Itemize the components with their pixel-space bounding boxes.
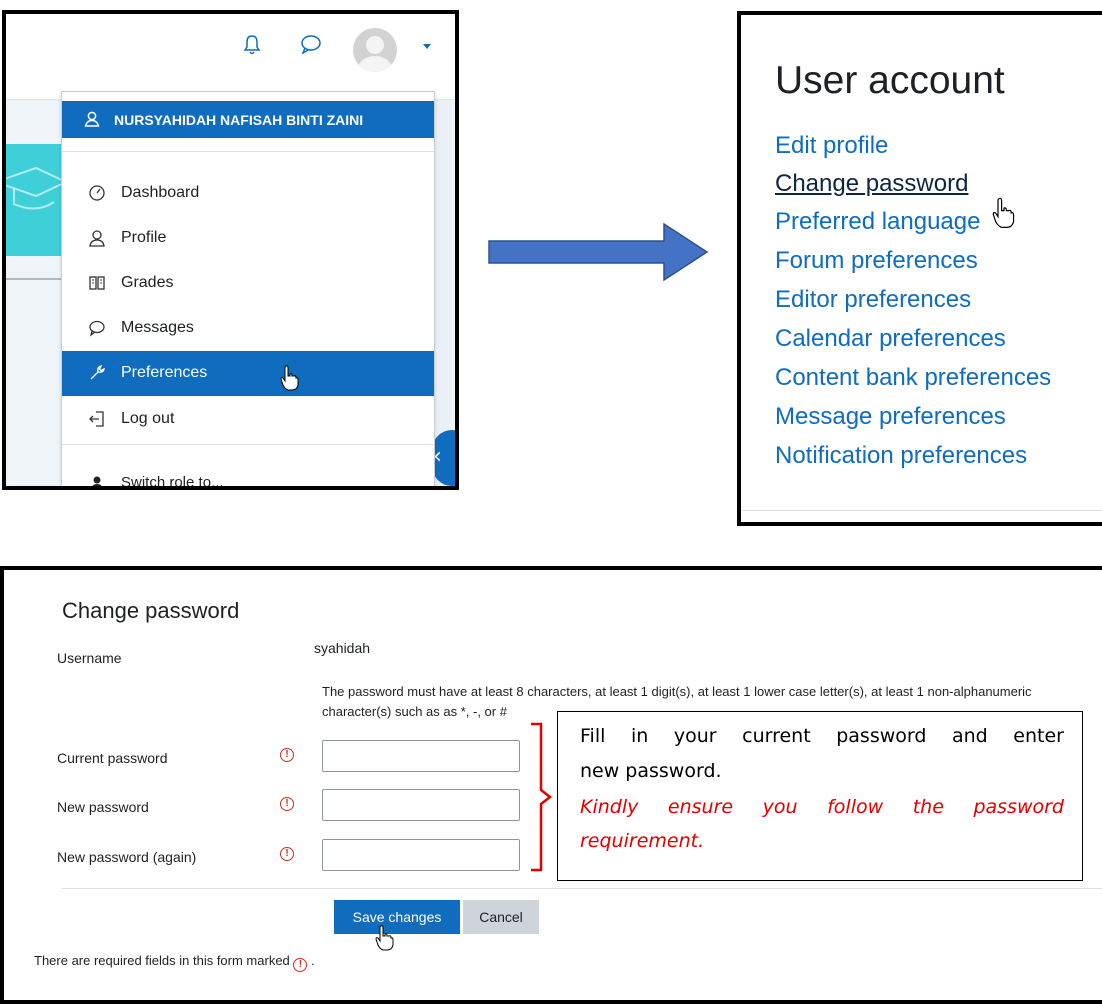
- link-calendar-preferences[interactable]: Calendar preferences: [775, 325, 1006, 353]
- menu-item-label: Messages: [121, 319, 194, 336]
- instruction-callout: Fill in your current password and enter …: [557, 711, 1083, 881]
- menu-item-logout[interactable]: Log out: [62, 402, 434, 436]
- new-password-again-input[interactable]: [322, 839, 520, 871]
- page-title: Change password: [62, 598, 240, 623]
- bell-icon[interactable]: [243, 34, 261, 56]
- required-icon: !: [280, 847, 294, 861]
- link-edit-profile[interactable]: Edit profile: [775, 132, 888, 160]
- user-account-screenshot: User account Edit profile Change passwor…: [737, 11, 1102, 526]
- user-full-name: NURSYAHIDAH NAFISAH BINTI ZAINI: [114, 112, 364, 128]
- menu-item-label: Log out: [121, 410, 175, 427]
- user-menu-screenshot: ‹ NURSYAHIDAH NAFISAH BINTI ZAINI Dashbo…: [2, 10, 459, 490]
- divider: [741, 510, 1102, 511]
- hand-cursor-icon: [280, 365, 299, 391]
- username-label: Username: [57, 650, 122, 666]
- menu-item-switch-role[interactable]: Switch role to...: [62, 466, 434, 490]
- section-title: User account: [775, 59, 1005, 102]
- required-fields-note: There are required fields in this form m…: [34, 953, 315, 972]
- grades-icon: [89, 276, 105, 290]
- required-icon: !: [280, 748, 294, 762]
- required-note-end: .: [307, 953, 315, 968]
- link-change-password[interactable]: Change password: [775, 170, 968, 198]
- hand-cursor-icon: [375, 925, 394, 951]
- role-icon: [92, 476, 102, 486]
- link-forum-preferences[interactable]: Forum preferences: [775, 247, 978, 275]
- course-banner: [6, 144, 66, 256]
- top-navbar: [6, 14, 455, 100]
- menu-item-preferences[interactable]: Preferences: [62, 351, 434, 396]
- dashboard-icon: [89, 185, 105, 201]
- current-password-input[interactable]: [322, 740, 520, 772]
- menu-item-grades[interactable]: Grades: [62, 266, 434, 300]
- required-icon: !: [280, 797, 294, 811]
- menu-item-messages[interactable]: Messages: [62, 311, 434, 345]
- link-notification-preferences[interactable]: Notification preferences: [775, 442, 1027, 470]
- drawer-toggle-button[interactable]: ‹: [432, 430, 455, 486]
- link-editor-preferences[interactable]: Editor preferences: [775, 286, 971, 314]
- chevron-down-icon[interactable]: [423, 44, 431, 49]
- required-note-text: There are required fields in this form m…: [34, 953, 290, 968]
- save-changes-button[interactable]: Save changes: [334, 900, 460, 934]
- menu-item-label: Dashboard: [121, 184, 200, 201]
- menu-item-label: Preferences: [121, 364, 208, 381]
- required-icon: !: [293, 958, 308, 972]
- link-preferred-language[interactable]: Preferred language: [775, 208, 980, 236]
- divider: [62, 444, 434, 445]
- callout-bracket: [531, 722, 553, 872]
- callout-warning-line: Kindly ensure you follow the password: [580, 796, 1064, 818]
- menu-item-profile[interactable]: Profile: [62, 221, 434, 255]
- new-password-input[interactable]: [322, 789, 520, 821]
- graduation-cap-icon: [6, 166, 66, 210]
- divider: [62, 151, 434, 152]
- user-icon: [89, 230, 105, 247]
- current-password-label: Current password: [57, 750, 168, 766]
- menu-item-label: Profile: [121, 229, 167, 246]
- new-password-again-label: New password (again): [57, 849, 197, 865]
- user-dropdown-menu: NURSYAHIDAH NAFISAH BINTI ZAINI Dashboar…: [61, 91, 435, 490]
- callout-warning-line: requirement.: [580, 830, 705, 852]
- cancel-button[interactable]: Cancel: [463, 900, 539, 934]
- avatar[interactable]: [353, 28, 397, 72]
- link-message-preferences[interactable]: Message preferences: [775, 403, 1006, 431]
- message-icon: [89, 320, 105, 337]
- hand-cursor-icon: [992, 197, 1015, 228]
- user-icon: [84, 111, 100, 127]
- menu-user-header[interactable]: NURSYAHIDAH NAFISAH BINTI ZAINI: [62, 101, 434, 138]
- flow-arrow-icon: [488, 222, 709, 282]
- divider: [62, 888, 1102, 889]
- callout-line: Fill in your current password and enter: [580, 725, 1064, 747]
- new-password-label: New password: [57, 799, 149, 815]
- chat-icon[interactable]: [300, 34, 322, 54]
- menu-item-label: Switch role to...: [121, 474, 224, 490]
- wrench-icon: [90, 364, 106, 380]
- link-content-bank-preferences[interactable]: Content bank preferences: [775, 364, 1051, 392]
- menu-item-label: Grades: [121, 274, 174, 291]
- menu-item-dashboard[interactable]: Dashboard: [62, 176, 434, 210]
- logout-icon: [89, 411, 104, 427]
- divider: [6, 278, 66, 280]
- username-value: syahidah: [314, 640, 371, 656]
- change-password-screenshot: Change password Username syahidah The pa…: [0, 566, 1102, 1004]
- callout-line: new password.: [580, 760, 722, 782]
